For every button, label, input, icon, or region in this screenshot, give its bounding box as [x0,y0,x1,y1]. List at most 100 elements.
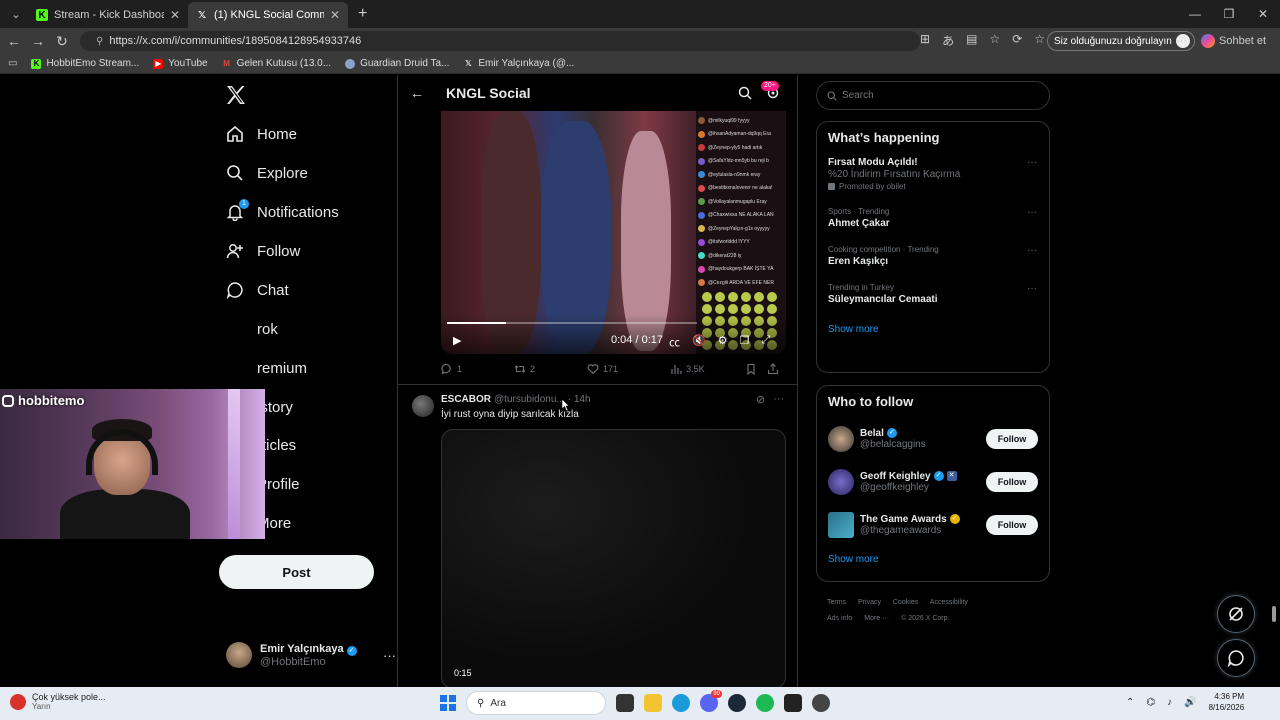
page-scrollbar[interactable] [1268,75,1280,687]
nav-explore[interactable]: Explore [226,164,308,182]
follow-suggestion[interactable]: The Game Awards ✓ @thegameawards Follow [817,503,1049,546]
nav-chat[interactable]: Chat [226,281,289,299]
post[interactable]: ESCABOR @tursubidonu... · 14h ⊘ ··· İyi … [398,385,797,687]
close-icon[interactable]: ✕ [170,8,180,22]
bookmark-x-profile[interactable]: 𝕏 Emir Yalçınkaya (@... [463,58,574,69]
repost-button[interactable]: 2 [514,363,535,375]
more-icon[interactable]: ··· [773,393,784,406]
trend-item[interactable]: Fırsat Modu Açıldı! %20 İndirim Fırsatın… [817,157,1049,191]
minimize-button[interactable]: — [1178,0,1212,28]
pip-icon[interactable]: ❐ [740,334,750,350]
reply-button[interactable]: 1 [441,363,462,375]
show-more-link[interactable]: Show more [817,554,1049,565]
spotify-icon[interactable] [756,694,774,712]
follow-button[interactable]: Follow [986,429,1038,449]
x-logo-icon[interactable] [224,83,248,107]
captions-icon[interactable]: ㏄ [669,334,680,350]
more-icon[interactable]: ··· [1027,207,1037,218]
share-icon[interactable] [767,363,779,375]
video-player[interactable]: @milkyuqi99 fyyyy @ihsanAdyaman-dq9qq Er… [441,111,786,354]
messages-fab-button[interactable] [1217,639,1255,677]
microphone-icon[interactable]: ♪ [1167,697,1172,708]
extensions-icon[interactable]: ⟳ [1012,32,1022,49]
task-view-icon[interactable] [616,694,634,712]
new-tab-button[interactable]: + [358,5,367,23]
footer-link[interactable]: Ads info [827,615,852,622]
trend-item[interactable]: Trending in Turkey Süleymancılar Cemaati… [817,283,1049,305]
bookmark-guardian[interactable]: Guardian Druid Ta... [345,58,449,69]
chevron-up-icon[interactable]: ⌃ [1126,697,1134,708]
favorite-icon[interactable]: ☆ [989,32,1000,49]
nav-home[interactable]: Home [226,125,297,143]
more-icon[interactable]: ··· [1027,283,1037,294]
fullscreen-icon[interactable]: ⤢ [761,334,770,350]
nav-follow[interactable]: Follow [226,242,300,260]
translate-icon[interactable]: あ [942,32,954,49]
nav-premium[interactable]: remium [226,359,307,377]
settings-icon[interactable]: ⚙ [718,334,728,350]
follow-button[interactable]: Follow [986,515,1038,535]
footer-link[interactable]: More ··· [864,615,889,622]
search-icon[interactable] [738,86,752,100]
footer-link[interactable]: Accessibility [930,599,968,606]
follow-suggestion[interactable]: Geoff Keighley ✓ ✕ @geoffkeighley Follow [817,460,1049,503]
nav-grok[interactable]: rok [226,320,278,338]
more-icon[interactable]: ··· [1027,157,1037,168]
clock[interactable]: 4:36 PM 8/16/2026 [1209,691,1245,713]
steam-icon[interactable] [728,694,746,712]
tab-kngl-social[interactable]: 𝕏 (1) KNGL Social Community / X ✕ [188,2,348,28]
site-info-icon[interactable]: ⚲ [96,36,103,47]
bookmark-hobbitemo[interactable]: K HobbitEmo Stream... [31,58,139,69]
more-icon[interactable]: ··· [1176,35,1187,47]
footer-link[interactable]: Cookies [893,599,918,606]
footer-link[interactable]: Terms [827,599,846,606]
bookmark-gmail[interactable]: M Gelen Kutusu (13.0... [222,58,331,69]
volume-icon[interactable]: 🔊 [1184,697,1196,708]
grok-icon[interactable]: ⊘ [756,393,765,406]
trend-item[interactable]: Cooking competition · Trending Eren Kaşı… [817,245,1049,267]
trend-item[interactable]: Sports · Trending Ahmet Çakar ··· [817,207,1049,229]
scrollbar-thumb[interactable] [1272,606,1276,622]
footer-link[interactable]: Privacy [858,599,881,606]
verify-identity-button[interactable]: Siz olduğunuzu doğrulayın [1047,31,1195,51]
tab-actions-menu[interactable]: ⌄ [4,4,28,24]
copilot-button[interactable]: Sohbet et [1201,34,1266,48]
edge-icon[interactable] [672,694,690,712]
more-icon[interactable]: ··· [1027,245,1037,256]
taskbar-search[interactable]: ⚲ Ara [466,691,606,715]
close-window-button[interactable]: ✕ [1246,0,1280,28]
url-bar[interactable]: ⚲ https://x.com/i/communities/1895084128… [80,31,920,51]
close-icon[interactable]: ✕ [330,8,340,22]
mute-icon[interactable]: 🔇 [692,334,706,350]
network-icon[interactable]: ⌬ [1146,697,1155,708]
favorites-bar-icon[interactable]: ☆ [1034,32,1045,49]
back-arrow-icon[interactable]: ← [410,85,424,101]
follow-suggestion[interactable]: Belal ✓ @belalcaggins Follow [817,417,1049,460]
back-button[interactable]: ← [2,33,26,49]
grok-fab-button[interactable] [1217,595,1255,633]
forward-button[interactable]: → [26,33,50,49]
bookmark-youtube[interactable]: ▶ YouTube [153,58,208,69]
post-time[interactable]: · 14h [568,394,591,405]
search-input[interactable]: Search [816,81,1050,110]
like-button[interactable]: 171 [587,363,618,375]
play-icon[interactable]: ▶ [453,334,461,347]
bookmark-icon[interactable] [745,363,757,375]
views-button[interactable]: 3.5K [670,363,705,375]
app-available-icon[interactable]: ⊞ [920,32,930,49]
account-switcher[interactable]: Emir Yalçınkaya ✓ @HobbitEmo ··· [226,640,396,670]
author-handle[interactable]: @tursubidonu... [494,394,565,405]
post-button[interactable]: Post [219,555,374,589]
reload-button[interactable]: ↻ [50,33,74,50]
video-progress-bar[interactable] [447,322,697,324]
more-icon[interactable]: ··· [383,648,396,663]
author-name[interactable]: ESCABOR [441,394,491,405]
tab-kick-dashboard[interactable]: K Stream - Kick Dashboard ✕ [28,2,188,28]
follow-button[interactable]: Follow [986,472,1038,492]
terminal-icon[interactable] [784,694,802,712]
windows-start-icon[interactable] [440,695,456,711]
avatar[interactable] [412,395,434,417]
show-more-link[interactable]: Show more [817,324,1049,335]
sidebar-toggle-icon[interactable]: ▭ [8,58,17,69]
file-explorer-icon[interactable] [644,694,662,712]
